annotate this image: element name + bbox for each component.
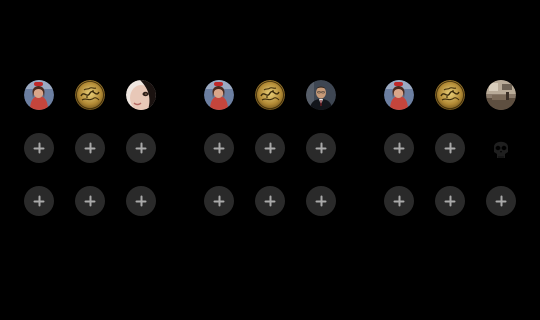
add-avatar-button[interactable] xyxy=(435,186,465,216)
gold-calligraphy-emblem-avatar[interactable] xyxy=(75,80,105,110)
plus-icon xyxy=(84,142,96,154)
plus-icon xyxy=(393,142,405,154)
avatar-selection-screen xyxy=(0,0,540,320)
room-interior-avatar[interactable] xyxy=(486,80,516,110)
add-avatar-button[interactable] xyxy=(126,186,156,216)
add-avatar-button[interactable] xyxy=(306,133,336,163)
dark-skull-icon[interactable] xyxy=(486,133,516,163)
woman-portrait-avatar[interactable] xyxy=(24,80,54,110)
plus-icon xyxy=(84,195,96,207)
add-avatar-button[interactable] xyxy=(24,133,54,163)
plus-icon xyxy=(264,195,276,207)
plus-icon xyxy=(393,195,405,207)
add-avatar-button[interactable] xyxy=(384,133,414,163)
add-avatar-button[interactable] xyxy=(306,186,336,216)
plus-icon xyxy=(495,195,507,207)
plus-icon xyxy=(264,142,276,154)
gold-calligraphy-emblem-avatar[interactable] xyxy=(435,80,465,110)
plus-icon xyxy=(213,195,225,207)
gold-calligraphy-emblem-avatar[interactable] xyxy=(255,80,285,110)
add-avatar-button[interactable] xyxy=(126,133,156,163)
add-avatar-button[interactable] xyxy=(486,186,516,216)
add-avatar-button[interactable] xyxy=(204,133,234,163)
plus-icon xyxy=(315,142,327,154)
plus-icon xyxy=(33,142,45,154)
add-avatar-button[interactable] xyxy=(24,186,54,216)
avatar-group-3 xyxy=(384,80,516,216)
add-avatar-button[interactable] xyxy=(435,133,465,163)
plus-icon xyxy=(33,195,45,207)
plus-icon xyxy=(135,142,147,154)
avatar-group-1 xyxy=(24,80,156,216)
add-avatar-button[interactable] xyxy=(75,133,105,163)
man-in-suit-avatar[interactable] xyxy=(306,80,336,110)
add-avatar-button[interactable] xyxy=(75,186,105,216)
plus-icon xyxy=(135,195,147,207)
add-avatar-button[interactable] xyxy=(255,133,285,163)
add-avatar-button[interactable] xyxy=(384,186,414,216)
plus-icon xyxy=(444,142,456,154)
plus-icon xyxy=(213,142,225,154)
face-closeup-avatar[interactable] xyxy=(126,80,156,110)
plus-icon xyxy=(444,195,456,207)
woman-portrait-avatar[interactable] xyxy=(204,80,234,110)
avatar-grid xyxy=(384,80,516,216)
avatar-grid xyxy=(24,80,156,216)
add-avatar-button[interactable] xyxy=(204,186,234,216)
plus-icon xyxy=(315,195,327,207)
add-avatar-button[interactable] xyxy=(255,186,285,216)
avatar-group-2 xyxy=(204,80,336,216)
avatar-grid xyxy=(204,80,336,216)
woman-portrait-avatar[interactable] xyxy=(384,80,414,110)
